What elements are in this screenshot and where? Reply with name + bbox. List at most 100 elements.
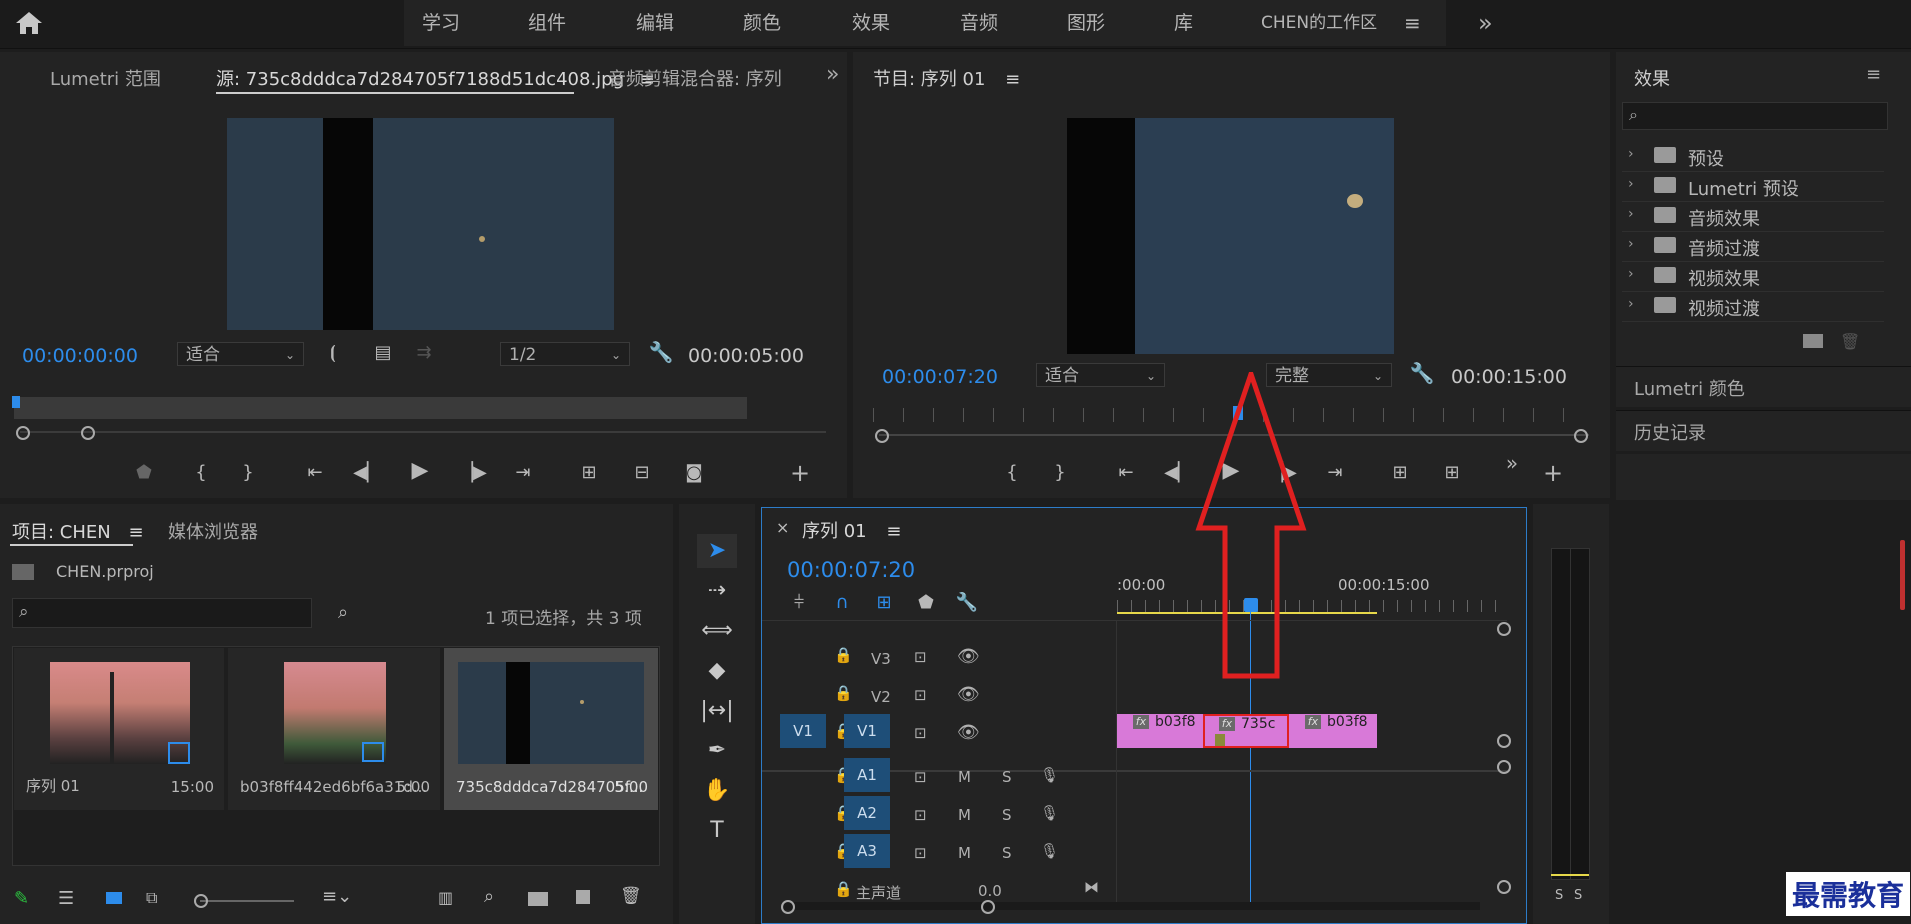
eye-icon[interactable]: 👁	[957, 722, 980, 743]
track-label-v3[interactable]: V3	[871, 650, 891, 668]
find-icon[interactable]: ⌕	[338, 602, 348, 623]
track-target-a1[interactable]: A1	[844, 758, 890, 792]
tab-assembly[interactable]: 组件	[528, 0, 566, 46]
mark-out-icon[interactable]: }	[233, 460, 263, 486]
project-search-input[interactable]: ⌕	[12, 598, 312, 628]
timeline-hscroll-track[interactable]	[784, 902, 1480, 910]
tab-editing[interactable]: 编辑	[636, 0, 674, 46]
lock-icon[interactable]: 🔒	[834, 880, 853, 898]
effects-folder-audio-effects[interactable]: › 音频效果	[1622, 202, 1884, 232]
eye-icon[interactable]: 👁	[957, 646, 980, 667]
mute-button[interactable]: M	[958, 844, 971, 862]
solo-left-button[interactable]: S	[1555, 888, 1563, 903]
master-volume-value[interactable]: 0.0	[978, 882, 1002, 900]
sync-lock-icon[interactable]: ⊡	[914, 844, 927, 862]
mark-in-icon[interactable]: {	[186, 460, 216, 486]
project-item-image-2-selected[interactable]: 735c8dddca7d284705f... 5:00	[444, 648, 658, 810]
home-icon[interactable]	[14, 10, 44, 38]
sync-lock-icon[interactable]: ⊡	[914, 806, 927, 824]
effects-folder-lumetri-presets[interactable]: › Lumetri 预设	[1622, 172, 1884, 202]
tab-graphics[interactable]: 图形	[1067, 0, 1105, 46]
step-back-icon[interactable]: ◀▏	[1163, 460, 1193, 486]
lumetri-color-panel[interactable]: Lumetri 颜色	[1616, 366, 1911, 407]
pencil-icon[interactable]: ✎	[14, 888, 29, 909]
timeline-timecode[interactable]: 00:00:07:20	[787, 558, 915, 582]
microphone-icon[interactable]: 🎙	[1040, 766, 1059, 784]
go-to-in-icon[interactable]: ⇤	[1111, 460, 1141, 486]
drag-audio-icon[interactable]: ⇉	[409, 340, 439, 366]
effects-folder-presets[interactable]: › 预设	[1622, 142, 1884, 172]
track-target-a3[interactable]: A3	[844, 834, 890, 868]
new-item-icon[interactable]	[576, 890, 590, 904]
delete-icon[interactable]: 🗑	[620, 886, 642, 906]
play-icon[interactable]: ▶	[405, 458, 435, 484]
sequence-tab[interactable]: 序列 01 ≡	[802, 517, 901, 543]
project-item-image-1[interactable]: b03f8ff442ed6bf6a31d... 5:00	[228, 648, 440, 810]
extract-icon[interactable]: ⊞	[1437, 460, 1467, 486]
drag-video-icon[interactable]: ⦗	[318, 340, 348, 366]
panel-menu-icon[interactable]: ≡	[1005, 69, 1020, 90]
solo-button[interactable]: S	[1002, 768, 1012, 786]
sync-lock-icon[interactable]: ⊡	[914, 768, 927, 786]
sync-lock-icon[interactable]: ⊡	[914, 724, 927, 742]
nest-icon[interactable]: ⫩	[784, 590, 814, 616]
effects-title[interactable]: 效果	[1634, 65, 1670, 91]
snap-icon[interactable]: ∩	[827, 590, 857, 616]
timeline-vscroll-handle[interactable]	[1497, 734, 1511, 748]
automate-to-sequence-icon[interactable]: ▥	[438, 888, 453, 907]
tab-audio[interactable]: 音频	[960, 0, 998, 46]
timeline-vscroll-handle[interactable]	[1497, 760, 1511, 774]
sync-lock-icon[interactable]: ⊡	[914, 686, 927, 704]
tab-source[interactable]: 源: 735c8dddca7d284705f7188d51dc408.jpg ≡	[216, 65, 655, 91]
zoom-handle-left[interactable]	[875, 429, 889, 443]
panel-menu-icon[interactable]: ≡	[1866, 64, 1881, 85]
overflow-icon[interactable]: »	[1497, 450, 1527, 476]
mute-button[interactable]: M	[958, 768, 971, 786]
step-back-icon[interactable]: ◀▏	[352, 460, 382, 486]
tab-color[interactable]: 颜色	[743, 0, 781, 46]
razor-tool-icon[interactable]: ◆	[697, 654, 737, 688]
go-to-out-icon[interactable]: ⇥	[508, 460, 538, 486]
program-title[interactable]: 节目: 序列 01 ≡	[873, 65, 1020, 91]
tab-effects[interactable]: 效果	[852, 0, 890, 46]
source-time-ruler[interactable]	[14, 397, 747, 419]
effects-search-input[interactable]: ⌕	[1622, 102, 1888, 130]
ripple-edit-tool-icon[interactable]: ⟺	[697, 614, 737, 648]
freeform-view-icon[interactable]: ⧉	[146, 888, 157, 908]
source-playhead[interactable]	[12, 396, 20, 408]
sync-lock-icon[interactable]: ⊡	[914, 648, 927, 666]
solo-right-button[interactable]: S	[1574, 888, 1582, 903]
workspace-menu-icon[interactable]: ≡	[1404, 0, 1421, 46]
panel-menu-icon[interactable]: ≡	[886, 521, 901, 542]
tab-audio-clip-mixer[interactable]: 音频剪辑混合器: 序列	[608, 65, 790, 91]
project-item-sequence[interactable]: 序列 01 15:00	[14, 648, 224, 810]
zoom-slider[interactable]	[200, 900, 294, 902]
mark-out-icon[interactable]: }	[1045, 460, 1075, 486]
linked-selection-icon[interactable]: ⊞	[869, 590, 899, 616]
zoom-slider-handle[interactable]	[194, 894, 208, 908]
overwrite-icon[interactable]: ⊟	[627, 460, 657, 486]
tab-custom-workspace[interactable]: CHEN的工作区	[1261, 0, 1377, 46]
go-to-in-icon[interactable]: ⇤	[300, 460, 330, 486]
panel-overflow-icon[interactable]: »	[826, 62, 839, 87]
add-button-icon[interactable]: +	[785, 460, 815, 486]
track-target-v1[interactable]: V1	[844, 714, 890, 748]
time-ruler[interactable]	[1117, 600, 1499, 612]
track-label-v2[interactable]: V2	[871, 688, 891, 706]
find-icon[interactable]: ⌕	[484, 886, 494, 907]
mute-button[interactable]: M	[958, 806, 971, 824]
hscroll-handle-right[interactable]	[981, 900, 995, 914]
go-to-bounds-icon[interactable]: ⧓	[1084, 878, 1099, 896]
tab-lumetri-scopes[interactable]: Lumetri 范围	[50, 65, 161, 91]
lock-icon[interactable]: 🔒	[834, 684, 853, 702]
effects-folder-video-transitions[interactable]: › 视频过渡	[1622, 292, 1884, 322]
source-fit-dropdown[interactable]: 适合 ⌄	[177, 342, 304, 366]
more-workspaces-icon[interactable]: »	[1478, 0, 1493, 46]
zoom-handle-left[interactable]	[16, 426, 30, 440]
hscroll-handle-left[interactable]	[781, 900, 795, 914]
track-target-a2[interactable]: A2	[844, 796, 890, 830]
clip-b03f8-first[interactable]: fx b03f8	[1117, 714, 1203, 748]
add-marker-icon[interactable]: ⬟	[129, 460, 159, 486]
solo-button[interactable]: S	[1002, 806, 1012, 824]
add-marker-icon[interactable]: ⬟	[911, 590, 941, 616]
